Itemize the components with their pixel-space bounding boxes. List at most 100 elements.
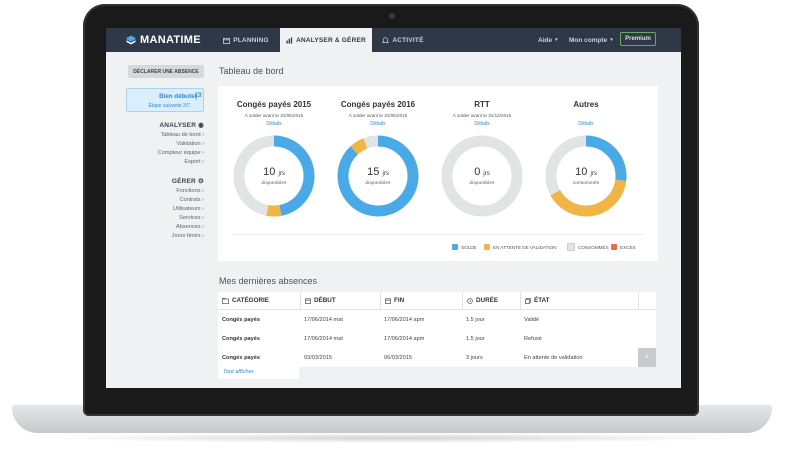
legend-label: CONSOMMÉS [578,244,609,250]
top-navbar: MANATIME PLANNING ANALYSER & GÉRER ACTIV… [106,28,681,52]
gauge-title: Congés payés 2015 [236,100,312,109]
gauge-caption: disponibles [469,180,495,185]
tab-planning-label: PLANNING [233,36,269,44]
gauge-value: 10 jrs [575,166,597,178]
table-row[interactable]: Congés payés 17/06/2014 mat 17/06/2014 apm… [218,329,656,349]
sidebar-item-services[interactable]: Services › [106,215,204,221]
table-cell: 17/06/2014 mat [304,316,343,323]
sidebar-item-absences[interactable]: Absences › [106,224,204,230]
legend-swatch [452,244,458,250]
gauge-value: 15 jrs [367,166,389,178]
table-cell: 17/06/2014 mat [304,335,343,342]
tab-activite-label: ACTIVITÉ [392,36,424,44]
sidebar-item-utilisateurs[interactable]: Utilisateurs › [106,206,204,212]
sidebar-analyser-heading: ANALYSER ◉ [159,122,204,129]
chart-icon [286,36,293,44]
table-cell: 1.5 jour [466,335,485,342]
table-cell: 17/06/2014 apm [384,316,425,323]
table-cell: 1.5 jour [466,316,485,323]
logo-icon [126,35,136,45]
tab-analyser-gerer[interactable]: ANALYSER & GÉRER [280,28,372,52]
gauge-details-link[interactable]: Détails [432,121,532,127]
getting-started-box[interactable]: Bien débuter Étape suivante 3/7 [126,88,204,112]
folder-icon [222,297,229,304]
column-header-duree[interactable]: DURÉE [462,292,520,309]
sidebar-item-fonctions[interactable]: Fonctions › [106,188,204,194]
sidebar-item-export[interactable]: Export › [106,159,204,165]
gauge-title: RTT [474,100,490,109]
table-cell: Validé [524,316,540,323]
chevron-down-icon: ▾ [610,37,613,43]
sidebar-gerer-heading: GÉRER ⚙ [171,178,204,185]
sliders-icon: ⚙ [197,178,204,185]
dashboard-card: Congés payés 2015 À solder avant le 31/05… [218,86,658,261]
account-menu[interactable]: Mon compte ▾ [569,28,613,52]
account-label: Mon compte [569,36,608,44]
tab-planning[interactable]: PLANNING [214,28,278,52]
gauge-caption: disponibles [365,180,391,185]
gauge-subtitle: À solder avant le 31/05/2015 [244,113,304,118]
column-header-etat[interactable]: ÉTAT [520,292,638,309]
show-all-link[interactable]: Tout afficher [218,364,299,379]
column-header-fin[interactable]: FIN [380,292,462,309]
sidebar-item-tableau-de-bord[interactable]: Tableau de bord › [106,132,204,138]
dashboard-title: Tableau de bord [219,66,284,76]
help-label: Aide [538,36,553,44]
brand-name: MANATIME [140,34,201,46]
legend-label: EN ATTENTE DE VALIDATION [493,244,557,250]
table-cell: En attente de validation [524,354,583,361]
flag-icon [195,92,202,100]
gauge-title: Autres [573,100,599,109]
sidebar-item-contrats[interactable]: Contrats › [106,197,204,203]
calendar-icon [385,297,391,304]
help-menu[interactable]: Aide ▾ [538,28,558,52]
legend-label: SOLDE [461,244,477,250]
gauge-caption: disponibles [261,180,287,185]
tab-activite[interactable]: ACTIVITÉ [374,28,432,52]
laptop-shadow [40,433,746,443]
calendar-icon [223,37,231,44]
table-cell: Congés payés [222,316,260,323]
gauge-title: Congés payés 2016 [340,100,416,109]
eye-icon: ◉ [198,122,204,129]
table-row[interactable]: Congés payés 17/06/2014 mat 17/06/2014 apm… [218,310,656,330]
table-cell: 17/06/2014 apm [384,335,425,342]
column-header-categorie[interactable]: CATÉGORIE [218,292,300,309]
chevron-down-icon: ▾ [555,37,558,43]
getting-started-step: Étape suivante 3/7 [148,103,190,109]
column-header-actions [638,292,656,309]
gauge-value: 10 jrs [263,166,285,178]
camera-icon [389,13,395,19]
declare-absence-button[interactable]: DÉCLARER UNE ABSENCE [128,65,204,78]
premium-button[interactable]: Premium [620,32,656,46]
cancel-absence-button[interactable]: × [638,348,656,367]
table-cell: Refusé [524,335,542,342]
gauge-details-link[interactable]: Détails [328,121,428,127]
legend-item: EXCÈS [611,243,636,251]
gauge-subtitle: À solder avant le 31/12/2015 [452,113,512,118]
table-header: CATÉGORIE DÉBUT FIN DURÉE ÉTAT [218,292,656,310]
brand-logo[interactable]: MANATIME [126,34,201,46]
gauge-details-link[interactable]: Détails [536,121,636,127]
sidebar-item-jours-feries[interactable]: Jours fériés › [106,233,204,239]
table-cell: Congés payés [222,335,260,342]
legend-item: EN ATTENTE DE VALIDATION [484,243,557,251]
legend-swatch [484,244,490,250]
legend-swatch [611,244,617,250]
bell-icon [382,36,390,43]
sidebar-item-compteur-equipe[interactable]: Compteur équipe › [106,150,204,156]
table-cell: 06/03/2015 [384,354,412,361]
gauge-value: 0 jrs [474,166,490,178]
gauge-caption: consommés [572,180,600,185]
gauge-subtitle: À solder avant le 31/05/2016 [348,113,408,118]
legend-swatch [567,243,575,251]
legend-item: CONSOMMÉS [567,243,609,251]
sidebar-item-validation[interactable]: Validation › [106,141,204,147]
divider [232,234,644,235]
absences-title: Mes dernières absences [219,276,318,286]
column-header-debut[interactable]: DÉBUT [300,292,380,309]
history-icon [467,297,473,304]
gauge-details-link[interactable]: Détails [224,121,324,127]
calendar-icon [305,297,311,304]
copy-icon [525,297,531,304]
